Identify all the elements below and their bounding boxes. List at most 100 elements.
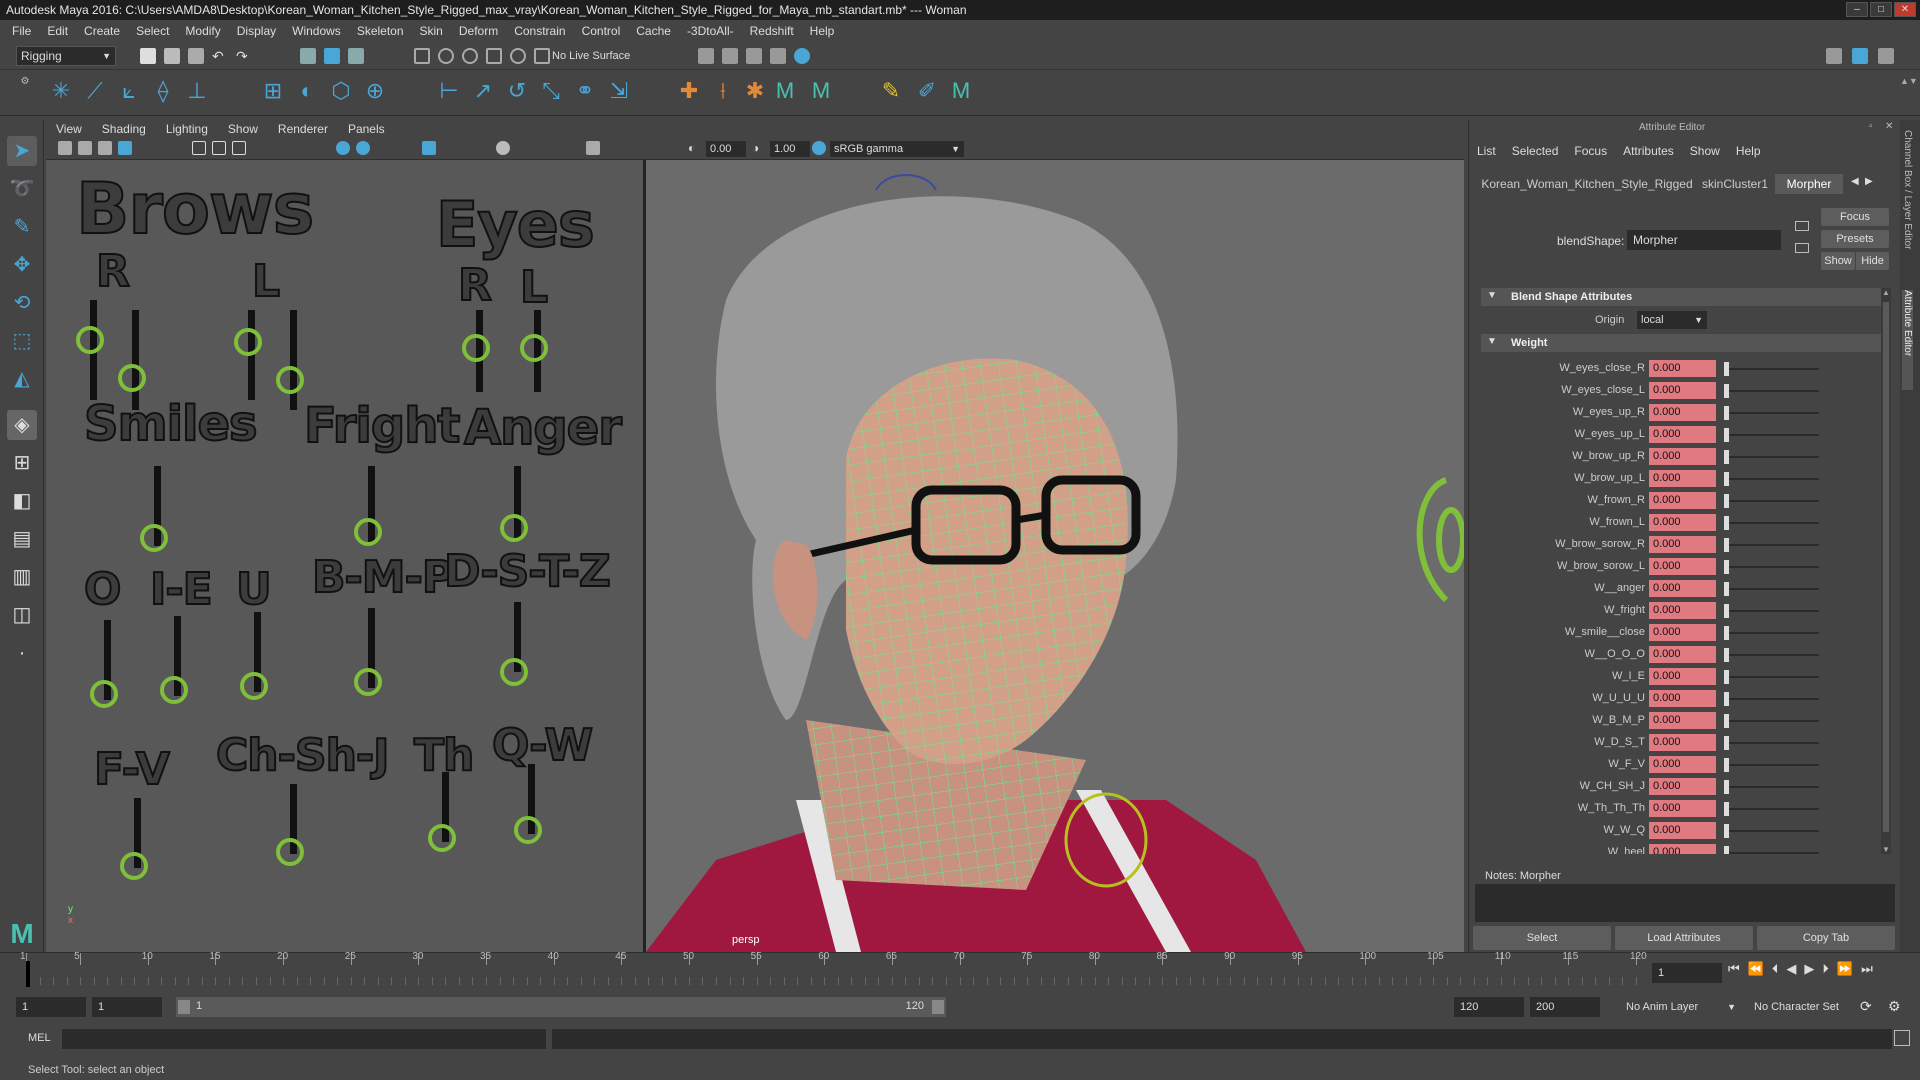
orient-joint-icon[interactable]: ⊥ <box>184 78 210 104</box>
scroll-up-icon[interactable]: ▲ <box>1882 288 1890 297</box>
snap-magnet-icon[interactable] <box>534 48 550 64</box>
weight-value-field[interactable]: 0.000 <box>1649 844 1716 854</box>
last-tool-icon[interactable]: ◭ <box>7 364 37 394</box>
tab-scroll-left-icon[interactable]: ◀ <box>1851 176 1859 187</box>
script-b-icon[interactable]: ✐ <box>914 78 940 104</box>
animation-start-field[interactable]: 1 <box>16 997 86 1017</box>
weight-slider-handle[interactable] <box>1724 824 1729 838</box>
play-backward-icon[interactable]: ◀ <box>1786 961 1796 977</box>
select-hierarchy-icon[interactable] <box>300 48 316 64</box>
weight-slider-track[interactable] <box>1729 434 1819 436</box>
step-forward-frame-icon[interactable]: ⏵ <box>1822 961 1829 977</box>
locator-icon[interactable]: ✚ <box>676 78 702 104</box>
menu-cache[interactable]: Cache <box>628 24 679 38</box>
lighting-icon[interactable] <box>496 141 510 155</box>
wireframe-icon[interactable] <box>336 141 350 155</box>
bookmark-icon[interactable] <box>98 141 112 155</box>
weight-slider-handle[interactable] <box>1724 384 1729 398</box>
snap-surface-icon[interactable] <box>510 48 526 64</box>
weight-slider-handle[interactable] <box>1724 472 1729 486</box>
point-constraint-icon[interactable]: ⊢ <box>436 78 462 104</box>
render-settings-icon[interactable] <box>770 48 786 64</box>
weight-slider-handle[interactable] <box>1724 670 1729 684</box>
slider-knob-q-w[interactable] <box>514 816 542 844</box>
tab-skincluster1[interactable]: skinCluster1 <box>1695 174 1775 194</box>
pole-vector-icon[interactable]: ⇲ <box>606 78 632 104</box>
paint-weights-icon[interactable]: ◐ <box>294 78 320 104</box>
menu-constrain[interactable]: Constrain <box>506 24 573 38</box>
tab-channel-box[interactable]: Channel Box / Layer Editor <box>1902 130 1913 280</box>
slider-knob-b-m-p[interactable] <box>354 668 382 696</box>
extra-layout-icon[interactable]: · <box>7 638 37 668</box>
ik-handle-icon[interactable]: ⟋ <box>82 78 108 104</box>
close-icon[interactable]: ✕ <box>1894 2 1916 17</box>
parent-constraint-icon[interactable]: ⚭ <box>572 78 598 104</box>
slider-knob-ch-sh-j[interactable] <box>276 838 304 866</box>
toggle-attribute-editor-icon[interactable] <box>1878 48 1894 64</box>
command-language-label[interactable]: MEL <box>28 1032 51 1044</box>
weight-slider-track[interactable] <box>1729 698 1819 700</box>
weight-slider-track[interactable] <box>1729 412 1819 414</box>
select-button[interactable]: Select <box>1473 926 1611 950</box>
weight-value-field[interactable]: 0.000 <box>1649 536 1716 553</box>
redo-icon[interactable]: ↷ <box>236 48 252 64</box>
menu-file[interactable]: File <box>4 24 39 38</box>
command-input[interactable] <box>62 1029 546 1049</box>
menu-modify[interactable]: Modify <box>177 24 228 38</box>
weight-value-field[interactable]: 0.000 <box>1649 712 1716 729</box>
scrollbar-thumb[interactable] <box>1883 302 1889 832</box>
ik-spline-icon[interactable]: ⟀ <box>116 78 142 104</box>
gamma-field[interactable]: 1.00 <box>770 141 810 157</box>
slider-knob-brow-r-in[interactable] <box>76 326 104 354</box>
weight-value-field[interactable]: 0.000 <box>1649 800 1716 817</box>
weight-slider-handle[interactable] <box>1724 516 1729 530</box>
outliner-layout-icon[interactable]: ◫ <box>7 600 37 630</box>
weight-slider-track[interactable] <box>1729 632 1819 634</box>
weight-slider-handle[interactable] <box>1724 648 1729 662</box>
hypershade-layout-icon[interactable]: ▥ <box>7 562 37 592</box>
step-back-key-icon[interactable]: ⏪ <box>1748 961 1764 977</box>
shelf-scroll-icon[interactable]: ▲▼ <box>1900 76 1918 110</box>
slider-knob-d-s-t-z[interactable] <box>500 658 528 686</box>
menu-windows[interactable]: Windows <box>284 24 349 38</box>
weight-slider-handle[interactable] <box>1724 714 1729 728</box>
weight-value-field[interactable]: 0.000 <box>1649 382 1716 399</box>
attr-menu-attributes[interactable]: Attributes <box>1623 144 1674 158</box>
weight-value-field[interactable]: 0.000 <box>1649 360 1716 377</box>
script-editor-icon[interactable] <box>1894 1030 1910 1046</box>
slider-knob-anger[interactable] <box>500 514 528 542</box>
smooth-shade-icon[interactable] <box>356 141 370 155</box>
gamma-icon[interactable]: ◑ <box>752 141 766 155</box>
weight-slider-track[interactable] <box>1729 808 1819 810</box>
panel-menu-lighting[interactable]: Lighting <box>156 122 218 136</box>
menu-set-select[interactable]: Rigging ▼ <box>16 46 116 66</box>
weight-slider-track[interactable] <box>1729 544 1819 546</box>
play-forward-icon[interactable]: ▶ <box>1804 961 1814 977</box>
select-object-icon[interactable] <box>324 48 340 64</box>
shelf-menu-icon[interactable]: ⚙ <box>20 76 30 110</box>
maya-logo-c-icon[interactable]: M <box>948 78 974 104</box>
single-perspective-icon[interactable]: ◈ <box>7 410 37 440</box>
weight-slider-track[interactable] <box>1729 852 1819 854</box>
open-scene-icon[interactable] <box>164 48 180 64</box>
menu-help[interactable]: Help <box>802 24 843 38</box>
bind-skin-icon[interactable]: ⊞ <box>260 78 286 104</box>
go-to-end-icon[interactable]: ⏭ <box>1861 961 1873 977</box>
weight-slider-track[interactable] <box>1729 566 1819 568</box>
hide-button[interactable]: Hide <box>1856 252 1889 270</box>
notes-field[interactable] <box>1475 884 1895 922</box>
weight-slider-track[interactable] <box>1729 368 1819 370</box>
weight-slider-handle[interactable] <box>1724 450 1729 464</box>
playback-start-field[interactable]: 1 <box>92 997 162 1017</box>
range-bar[interactable]: 1 120 <box>176 997 946 1017</box>
weight-slider-handle[interactable] <box>1724 780 1729 794</box>
weight-slider-handle[interactable] <box>1724 560 1729 574</box>
attr-menu-help[interactable]: Help <box>1736 144 1761 158</box>
current-time-marker[interactable] <box>26 961 30 987</box>
animation-end-field[interactable]: 200 <box>1530 997 1600 1017</box>
minimize-icon[interactable]: – <box>1846 2 1868 17</box>
snap-point-icon[interactable] <box>462 48 478 64</box>
soft-mod-icon[interactable]: ✱ <box>742 78 768 104</box>
move-tool-icon[interactable]: ✥ <box>7 250 37 280</box>
slider-knob-eye-r[interactable] <box>462 334 490 362</box>
